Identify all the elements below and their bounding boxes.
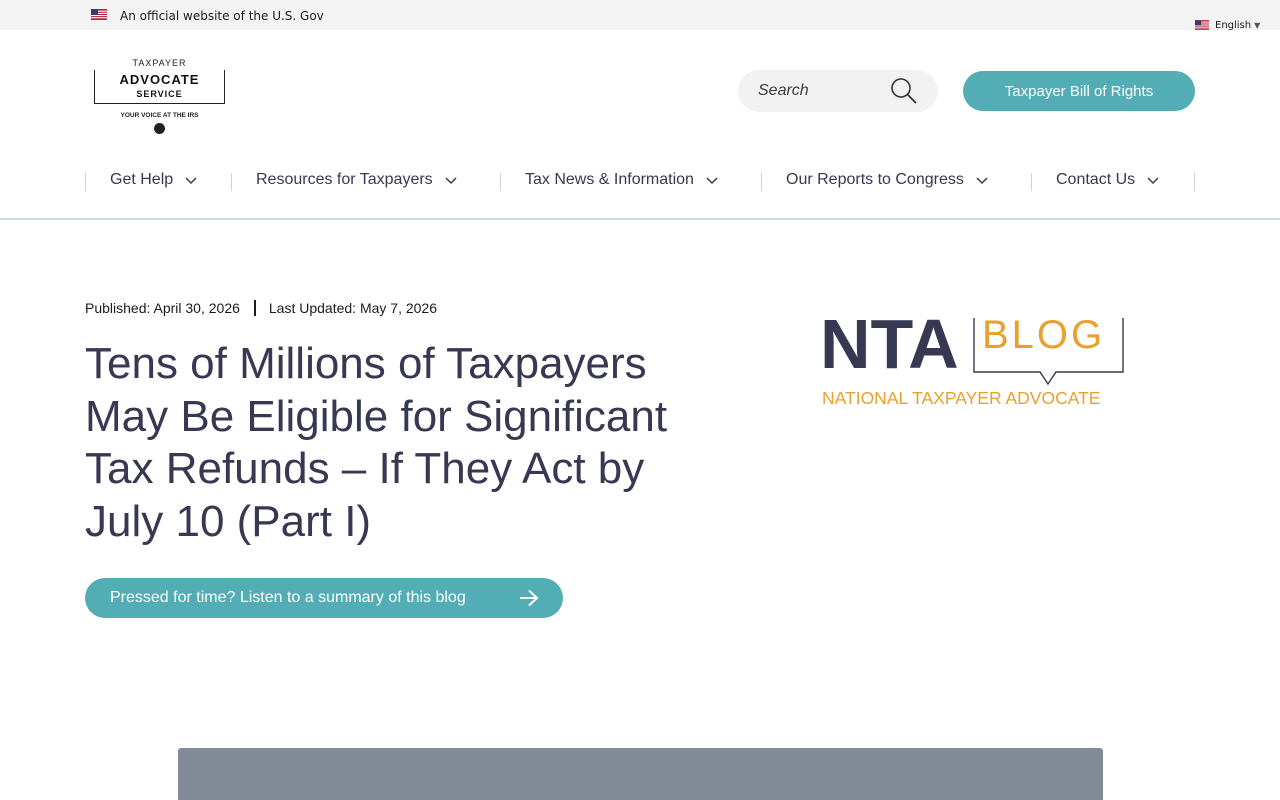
nta-blog-logo: NTA BLOG NATIONAL TAXPAYER ADVOCATE: [820, 310, 1124, 408]
caret-down-icon: ▼: [1254, 20, 1261, 30]
article-title: Tens of Millions of Taxpayers May Be Eli…: [85, 339, 668, 546]
nav-item-label: Tax News & Information: [525, 171, 694, 188]
chevron-down-icon: [185, 177, 197, 185]
article-dates: Published: April 30, 2026 Last Updated: …: [85, 299, 437, 317]
arrow-right-icon: [520, 589, 539, 607]
nav-item-label: Contact Us: [1056, 171, 1136, 188]
tas-logo[interactable]: TAXPAYER ADVOCATE SERVICE YOUR VOICE AT …: [93, 58, 226, 136]
updated-date: Last Updated: May 7, 2026: [268, 300, 437, 316]
nta-logo-blog: BLOG: [982, 313, 1105, 357]
nav-divider: [1031, 173, 1032, 191]
date-divider: [253, 300, 256, 316]
nav-divider: [85, 173, 86, 191]
logo-line2: SERVICE: [136, 89, 183, 99]
nav-item-label: Resources for Taxpayers: [256, 171, 433, 188]
site-header: TAXPAYER ADVOCATE SERVICE YOUR VOICE AT …: [0, 30, 1280, 220]
nav-item-reports[interactable]: Our Reports to Congress: [786, 170, 988, 190]
logo-tagline: YOUR VOICE AT THE IRS: [120, 112, 199, 119]
chevron-down-icon: [445, 177, 457, 185]
nta-logo-main: NTA: [820, 310, 959, 383]
logo-line1: ADVOCATE: [119, 72, 200, 87]
nav-divider: [761, 173, 762, 191]
nav-divider: [500, 173, 501, 191]
nav-divider: [1194, 173, 1195, 191]
chevron-down-icon: [976, 177, 988, 185]
taxpayer-bill-of-rights-button[interactable]: Taxpayer Bill of Rights: [963, 71, 1195, 111]
nav-item-tax-news[interactable]: Tax News & Information: [525, 170, 718, 190]
us-flag-icon: [1195, 20, 1209, 30]
nav-divider: [231, 173, 232, 191]
nav-item-label: Our Reports to Congress: [786, 171, 964, 188]
nav-item-get-help[interactable]: Get Help: [110, 170, 197, 190]
language-label: English: [1215, 19, 1252, 31]
search-input[interactable]: [758, 80, 888, 102]
nav-item-resources[interactable]: Resources for Taxpayers: [256, 170, 457, 190]
gov-banner: An official website of the U.S. Gov Engl…: [0, 0, 1280, 31]
us-flag-icon: [91, 9, 107, 20]
chevron-down-icon: [706, 177, 718, 185]
nta-logo-subtitle: NATIONAL TAXPAYER ADVOCATE: [822, 388, 1100, 408]
main-nav: Get Help Resources for Taxpayers Tax New…: [85, 168, 1195, 192]
published-date: Published: April 30, 2026: [85, 300, 240, 316]
chevron-down-icon: [1147, 177, 1159, 185]
nav-item-label: Get Help: [110, 171, 174, 188]
listen-summary-label: Pressed for time? Listen to a summary of…: [110, 589, 466, 606]
gov-banner-text: An official website of the U.S. Gov: [120, 9, 324, 23]
listen-summary-button[interactable]: Pressed for time? Listen to a summary of…: [85, 578, 563, 618]
nav-item-contact[interactable]: Contact Us: [1056, 170, 1159, 190]
media-player-area[interactable]: [178, 748, 1103, 800]
logo-top-text: TAXPAYER: [132, 58, 187, 68]
irs-seal-icon: [154, 123, 165, 134]
search-box: [738, 70, 938, 112]
search-icon[interactable]: [890, 77, 918, 105]
